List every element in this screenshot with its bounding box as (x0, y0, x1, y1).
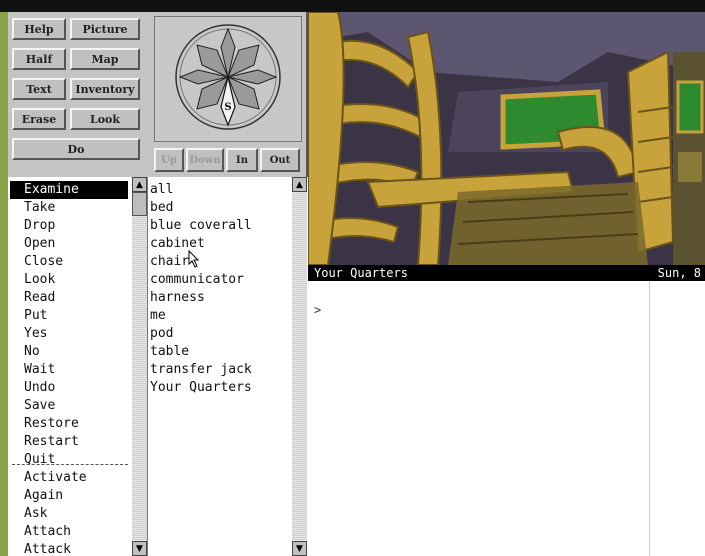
date-label: Sun, 8 (657, 266, 701, 280)
verb-item[interactable]: Save (10, 397, 128, 415)
picture-button[interactable]: Picture (70, 18, 140, 40)
output-divider (649, 281, 650, 556)
down-button[interactable]: Down (186, 148, 224, 172)
verb-item[interactable]: Take (10, 199, 128, 217)
verb-item[interactable]: No (10, 343, 128, 361)
out-button[interactable]: Out (260, 148, 300, 172)
verb-item[interactable]: Attack (10, 541, 128, 556)
compass-rose-icon: S (175, 24, 281, 130)
verb-scrollbar[interactable] (132, 177, 147, 556)
do-button[interactable]: Do (12, 138, 140, 160)
verb-item[interactable]: Put (10, 307, 128, 325)
noun-item[interactable]: chair (150, 253, 290, 271)
in-button[interactable]: In (226, 148, 258, 172)
half-button[interactable]: Half (12, 48, 66, 70)
verb-scroll-up-icon[interactable]: ▲ (132, 177, 147, 192)
noun-item[interactable]: communicator (150, 271, 290, 289)
verb-item[interactable]: Close (10, 253, 128, 271)
noun-item[interactable]: bed (150, 199, 290, 217)
verb-list: Examine Take Drop Open Close Look Read Put Yes No… (8, 177, 132, 556)
verb-item[interactable]: Wait (10, 361, 128, 379)
verb-item[interactable]: Restore (10, 415, 128, 433)
verb-item[interactable]: Quit (10, 451, 128, 469)
verb-item[interactable]: Activate (10, 469, 128, 487)
verb-item[interactable]: Undo (10, 379, 128, 397)
noun-scroll-up-icon[interactable]: ▲ (292, 177, 307, 192)
verb-item[interactable]: Look (10, 271, 128, 289)
noun-item[interactable]: pod (150, 325, 290, 343)
status-bar: Your Quarters Sun, 8 (308, 265, 705, 281)
inventory-button[interactable]: Inventory (70, 78, 140, 100)
map-button[interactable]: Map (70, 48, 140, 70)
verb-item[interactable]: Drop (10, 217, 128, 235)
text-output[interactable]: > (308, 281, 705, 556)
game-screen: Help Picture Half Map Text Inventory Era… (8, 12, 705, 556)
verb-item[interactable]: Read (10, 289, 128, 307)
verb-item[interactable]: Open (10, 235, 128, 253)
erase-button[interactable]: Erase (12, 108, 66, 130)
up-button[interactable]: Up (154, 148, 184, 172)
verb-item[interactable]: Again (10, 487, 128, 505)
text-button[interactable]: Text (12, 78, 66, 100)
verb-item[interactable]: Yes (10, 325, 128, 343)
control-panel: Help Picture Half Map Text Inventory Era… (8, 12, 149, 177)
compass-panel: S Up Down In Out (148, 12, 308, 177)
noun-scrollbar[interactable] (292, 177, 307, 556)
command-prompt: > (314, 303, 322, 317)
look-button[interactable]: Look (70, 108, 140, 130)
top-strip (0, 0, 705, 12)
noun-item[interactable]: me (150, 307, 290, 325)
location-label: Your Quarters (314, 266, 408, 280)
noun-item[interactable]: table (150, 343, 290, 361)
noun-item[interactable]: blue coverall (150, 217, 290, 235)
verb-scroll-thumb[interactable] (132, 192, 147, 216)
scene-picture[interactable] (308, 12, 705, 265)
mouse-cursor-icon (188, 250, 200, 268)
verb-scroll-down-icon[interactable]: ▼ (132, 541, 147, 556)
verb-item[interactable]: Ask (10, 505, 128, 523)
verb-item[interactable]: Attach (10, 523, 128, 541)
noun-item[interactable]: transfer jack (150, 361, 290, 379)
help-button[interactable]: Help (12, 18, 66, 40)
noun-item[interactable]: Your Quarters (150, 379, 290, 397)
noun-item[interactable]: harness (150, 289, 290, 307)
noun-item[interactable]: all (150, 181, 290, 199)
verb-item[interactable]: Examine (10, 181, 128, 199)
verb-item[interactable]: Restart (10, 433, 128, 451)
noun-item[interactable]: cabinet (150, 235, 290, 253)
quarters-scene-image (308, 12, 705, 265)
compass-south-label: S (224, 102, 231, 113)
compass[interactable]: S (154, 16, 302, 142)
noun-scroll-down-icon[interactable]: ▼ (292, 541, 307, 556)
noun-list: all bed blue coverall cabinet chair communica… (148, 177, 293, 556)
